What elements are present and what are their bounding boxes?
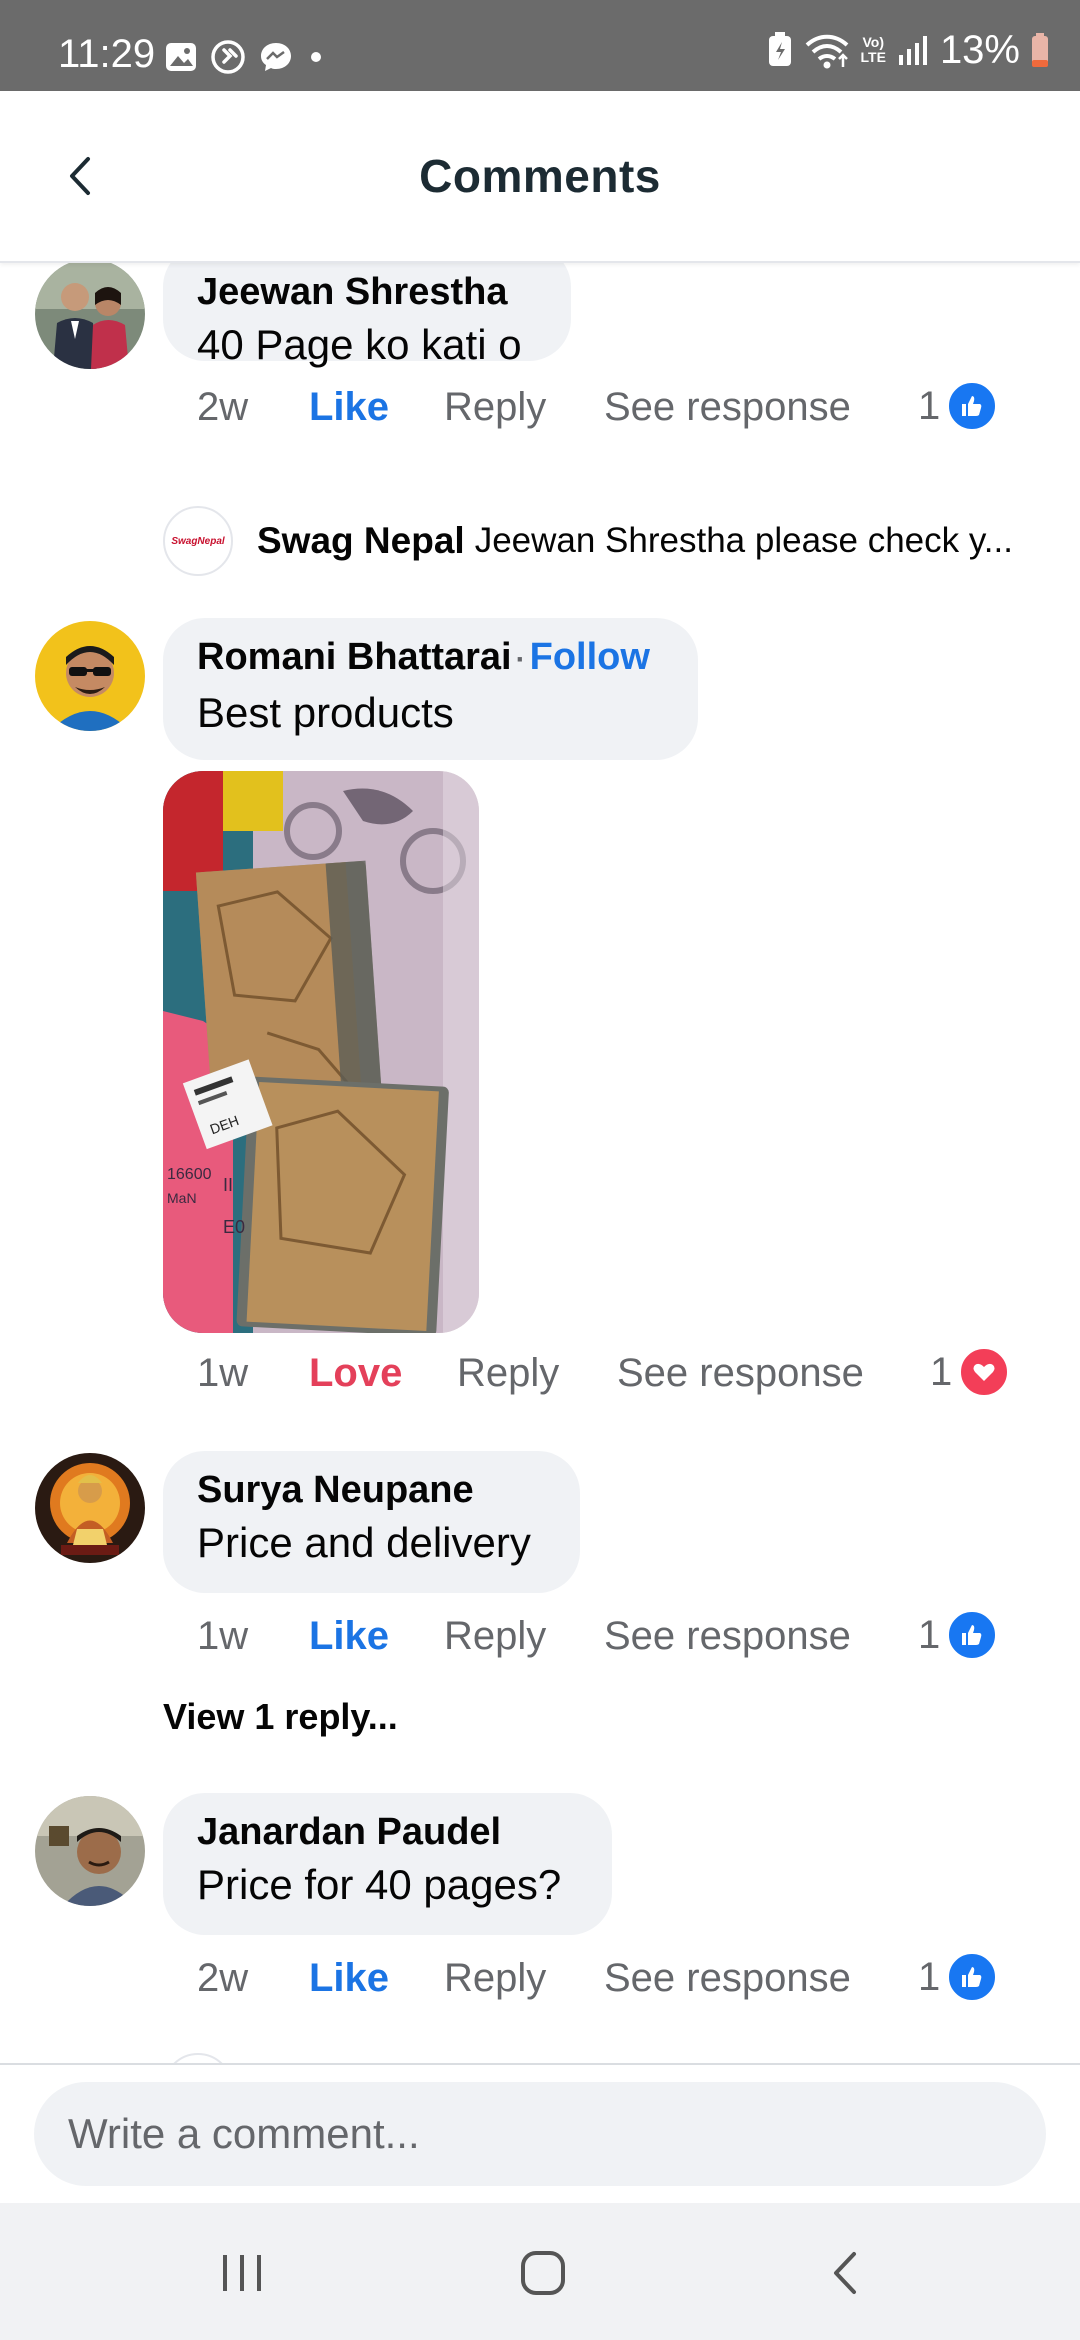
avatar-photo-icon bbox=[35, 1453, 145, 1563]
system-icons: Vo) LTE 13% bbox=[767, 27, 1050, 72]
reaction-count: 1 bbox=[918, 1954, 941, 1999]
signal-icon bbox=[898, 36, 927, 65]
battery-percent: 13% bbox=[939, 27, 1020, 72]
system-nav-bar bbox=[0, 2203, 1080, 2340]
handwritten-text: MaN bbox=[167, 1190, 197, 1206]
comment-input[interactable] bbox=[34, 2082, 1046, 2186]
like-reaction-icon bbox=[946, 1609, 999, 1661]
comment-time: 1w bbox=[197, 1350, 249, 1395]
love-button[interactable]: Love bbox=[309, 1351, 457, 1396]
reaction-summary[interactable]: 1 bbox=[930, 1346, 1011, 1398]
volte-label: Vo) bbox=[862, 34, 884, 50]
swag-nepal-logo: SwagNepal bbox=[171, 535, 225, 547]
next-reply-avatar bbox=[163, 2053, 233, 2063]
avatar[interactable] bbox=[35, 1453, 145, 1563]
page-title: Comments bbox=[419, 150, 661, 202]
status-time: 11:29 bbox=[58, 32, 156, 76]
reply-button[interactable]: Reply bbox=[444, 1956, 604, 2001]
comment-author[interactable]: Surya Neupane bbox=[197, 1465, 546, 1515]
reply-button[interactable]: Reply bbox=[444, 1614, 604, 1659]
reply-author[interactable]: Swag Nepal bbox=[257, 520, 465, 562]
avatar[interactable] bbox=[35, 1796, 145, 1906]
notification-icons bbox=[164, 38, 326, 76]
reply-preview[interactable]: SwagNepal Swag Nepal Jeewan Shrestha ple… bbox=[163, 506, 1013, 576]
recent-apps-icon bbox=[223, 2255, 261, 2291]
nav-back-button[interactable] bbox=[806, 2243, 886, 2303]
reaction-count: 1 bbox=[918, 383, 941, 428]
back-icon bbox=[834, 2252, 856, 2294]
reply-button[interactable]: Reply bbox=[444, 385, 604, 430]
comment-text: 40 Page ko kati o bbox=[197, 321, 522, 368]
separator-dot: · bbox=[515, 643, 526, 676]
comment-photo[interactable]: DEH 16600 MaN II E0 bbox=[163, 771, 479, 1333]
see-response-button[interactable]: See response bbox=[604, 1956, 904, 2001]
reaction-count: 1 bbox=[918, 1612, 941, 1657]
like-reaction-icon bbox=[946, 1951, 999, 2003]
like-reaction-icon bbox=[946, 380, 999, 432]
see-response-button[interactable]: See response bbox=[604, 385, 904, 430]
avatar[interactable] bbox=[35, 621, 145, 731]
network-type-label: Vo) LTE bbox=[861, 35, 886, 65]
love-reaction-icon bbox=[958, 1346, 1011, 1398]
comment-text: Price for 40 pages? bbox=[197, 1861, 562, 1908]
battery-icon bbox=[1032, 33, 1048, 67]
recent-apps-button[interactable] bbox=[202, 2243, 282, 2303]
comment-author-row: Romani Bhattarai · Follow bbox=[197, 632, 664, 685]
gallery-icon bbox=[166, 43, 196, 71]
comment-actions: 1w Like Reply See response bbox=[197, 1606, 904, 1666]
product-photo: DEH 16600 MaN II E0 bbox=[163, 771, 479, 1333]
comment-composer bbox=[0, 2063, 1080, 2205]
shazam-icon bbox=[211, 40, 245, 74]
reply-text: Jeewan Shrestha please check y... bbox=[474, 521, 1013, 560]
dot-icon bbox=[311, 52, 321, 62]
like-button[interactable]: Like bbox=[309, 385, 444, 430]
reaction-summary[interactable]: 1 bbox=[918, 1951, 999, 2003]
status-bar: 11:29 Vo) LTE 13% bbox=[0, 0, 1080, 91]
follow-button[interactable]: Follow bbox=[530, 636, 650, 678]
avatar[interactable] bbox=[35, 263, 145, 369]
comment-bubble[interactable]: Surya Neupane Price and delivery bbox=[163, 1451, 580, 1593]
reply-avatar[interactable]: SwagNepal bbox=[163, 506, 233, 576]
home-icon bbox=[521, 2251, 565, 2295]
handwritten-mark: II bbox=[223, 1175, 233, 1195]
comment-actions: 1w Love Reply See response bbox=[197, 1343, 917, 1403]
handwritten-code: E0 bbox=[223, 1217, 245, 1237]
comment-text: Price and delivery bbox=[197, 1519, 531, 1566]
view-replies-link[interactable]: View 1 reply... bbox=[163, 1696, 398, 1738]
comment-actions: 2w Like Reply See response bbox=[197, 377, 904, 437]
comments-header: Comments bbox=[0, 91, 1080, 263]
comment-text: Best products bbox=[197, 689, 454, 736]
comment-author[interactable]: Jeewan Shrestha bbox=[197, 267, 537, 317]
comment-time: 2w bbox=[197, 384, 249, 429]
comment-author[interactable]: Romani Bhattarai bbox=[197, 636, 512, 678]
like-button[interactable]: Like bbox=[309, 1956, 444, 2001]
see-response-button[interactable]: See response bbox=[604, 1614, 904, 1659]
wifi-icon bbox=[805, 34, 848, 69]
avatar-photo-icon bbox=[35, 621, 145, 731]
like-button[interactable]: Like bbox=[309, 1614, 444, 1659]
reply-button[interactable]: Reply bbox=[457, 1351, 617, 1396]
messenger-icon bbox=[261, 43, 291, 71]
comment-bubble[interactable]: Romani Bhattarai · Follow Best products bbox=[163, 618, 698, 760]
see-response-button[interactable]: See response bbox=[617, 1351, 917, 1396]
comment-bubble[interactable]: Janardan Paudel Price for 40 pages? bbox=[163, 1793, 612, 1935]
avatar-photo-icon bbox=[35, 1796, 145, 1906]
reaction-count: 1 bbox=[930, 1349, 953, 1394]
comment-bubble[interactable]: Jeewan Shrestha 40 Page ko kati o bbox=[163, 263, 571, 368]
reaction-summary[interactable]: 1 bbox=[918, 380, 999, 432]
avatar-photo-icon bbox=[35, 263, 145, 369]
home-button[interactable] bbox=[503, 2243, 583, 2303]
comment-actions: 2w Like Reply See response bbox=[197, 1948, 904, 2008]
comment-time: 2w bbox=[197, 1955, 249, 2000]
comment-author[interactable]: Janardan Paudel bbox=[197, 1807, 578, 1857]
battery-saver-icon bbox=[768, 32, 791, 66]
reaction-summary[interactable]: 1 bbox=[918, 1609, 999, 1661]
comment-time: 1w bbox=[197, 1613, 249, 1658]
lte-label: LTE bbox=[860, 49, 886, 65]
comments-list[interactable]: Jeewan Shrestha 40 Page ko kati o 2w Lik… bbox=[0, 263, 1080, 2063]
handwritten-number: 16600 bbox=[167, 1166, 212, 1183]
